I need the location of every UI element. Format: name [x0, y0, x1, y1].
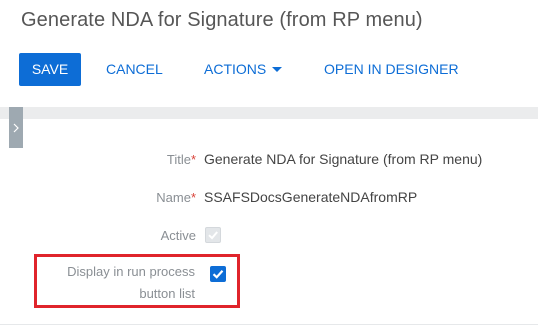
name-field-label: Name*: [156, 190, 196, 205]
required-marker: *: [190, 190, 196, 205]
title-field[interactable]: Generate NDA for Signature (from RP menu…: [204, 151, 482, 167]
open-in-designer-button[interactable]: OPEN IN DESIGNER: [324, 53, 459, 86]
side-panel-toggle[interactable]: [9, 107, 23, 148]
chevron-right-icon: [13, 123, 19, 132]
checkmark-icon: [208, 231, 218, 240]
highlight-box: [34, 254, 240, 308]
page-title: Generate NDA for Signature (from RP menu…: [21, 9, 423, 31]
panel-header-bar: [0, 107, 538, 119]
divider: [0, 324, 538, 325]
actions-dropdown-button[interactable]: ACTIONS: [204, 53, 283, 86]
required-marker: *: [190, 152, 196, 167]
active-field-label: Active: [160, 228, 196, 243]
caret-down-icon: [272, 67, 283, 72]
cancel-button[interactable]: CANCEL: [106, 53, 163, 86]
actions-label: ACTIONS: [204, 61, 267, 77]
save-button[interactable]: SAVE: [19, 53, 81, 86]
name-label-text: Name: [156, 190, 191, 205]
title-field-label: Title*: [167, 152, 196, 167]
active-checkbox: [205, 227, 221, 243]
name-field[interactable]: SSAFSDocsGenerateNDAfromRP: [204, 189, 417, 205]
title-label-text: Title: [166, 152, 191, 167]
